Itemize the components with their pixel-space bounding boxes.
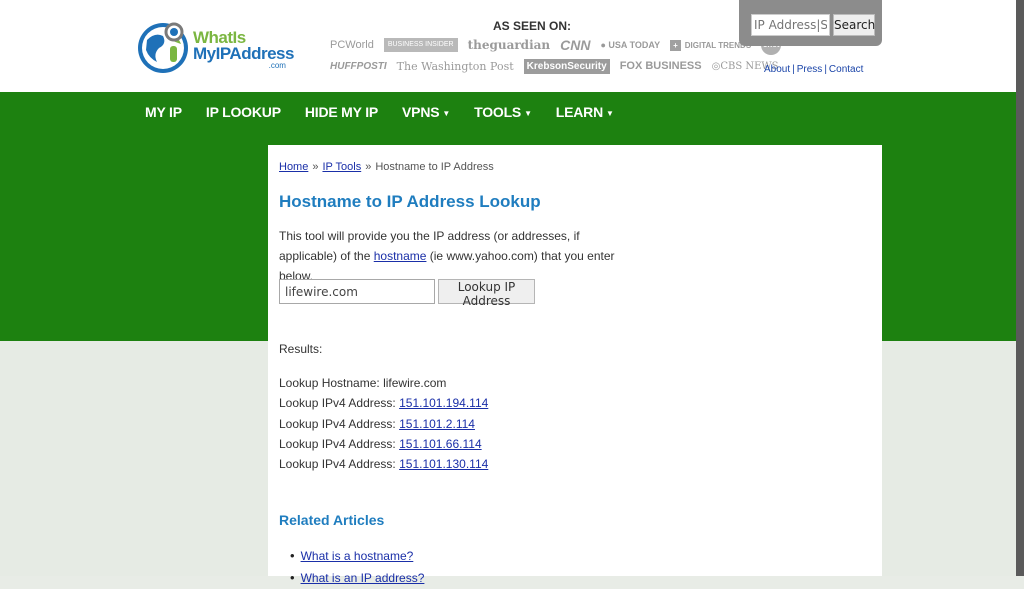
press-link[interactable]: Press bbox=[797, 64, 823, 75]
media-logos-row-1: PCWorld BUSINESS INSIDER theguardian CNN… bbox=[330, 35, 791, 55]
result-ipv4-row: Lookup IPv4 Address: 151.101.66.114 bbox=[279, 434, 488, 454]
result-ipv4-link[interactable]: 151.101.194.114 bbox=[399, 396, 488, 410]
logo-wordmark: WhatIs MyIPAddress .com bbox=[193, 28, 294, 72]
usa-today-text: USA TODAY bbox=[608, 40, 661, 50]
caret-down-icon: ▼ bbox=[524, 108, 532, 118]
business-insider-logo: BUSINESS INSIDER bbox=[383, 38, 458, 52]
results-list: Lookup Hostname: lifewire.com Lookup IPv… bbox=[279, 373, 488, 474]
link-separator: | bbox=[824, 64, 827, 75]
results-label: Results: bbox=[279, 342, 323, 356]
as-seen-on-heading: AS SEEN ON: bbox=[493, 19, 572, 33]
result-hostname-value: lifewire.com bbox=[383, 376, 447, 390]
caret-down-icon: ▼ bbox=[606, 108, 614, 118]
list-item: What is an IP address? bbox=[290, 567, 425, 589]
pcworld-logo: PCWorld bbox=[330, 39, 374, 51]
nav-label: HIDE MY IP bbox=[304, 104, 379, 120]
hostname-input[interactable] bbox=[279, 279, 435, 304]
nav-label: MY IP bbox=[145, 104, 182, 120]
lookup-ip-button[interactable]: Lookup IP Address bbox=[438, 279, 535, 308]
result-hostname-row: Lookup Hostname: lifewire.com bbox=[279, 373, 488, 393]
list-item: What is a hostname? bbox=[290, 545, 424, 567]
globe-magnifier-icon bbox=[138, 22, 188, 73]
window-scrollbar[interactable] bbox=[1016, 0, 1024, 576]
result-ipv4-row: Lookup IPv4 Address: 151.101.2.114 bbox=[279, 414, 488, 434]
related-article-link[interactable]: What is a hostname? bbox=[301, 549, 414, 563]
nav-hide-my-ip[interactable]: HIDE MY IP bbox=[305, 104, 378, 120]
breadcrumb-ip-tools-link[interactable]: IP Tools bbox=[322, 161, 361, 173]
site-logo[interactable]: WhatIs MyIPAddress .com bbox=[137, 18, 294, 76]
header-links: About | Press | Contact bbox=[764, 64, 863, 75]
result-ipv4-link[interactable]: 151.101.130.114 bbox=[399, 457, 488, 471]
result-hostname-label: Lookup Hostname: bbox=[279, 376, 380, 390]
nav-tools[interactable]: TOOLS ▼ bbox=[474, 104, 532, 120]
link-separator: | bbox=[792, 64, 795, 75]
page-title: Hostname to IP Address Lookup bbox=[279, 192, 541, 211]
krebs-logo: KrebsonSecurity bbox=[523, 59, 610, 74]
result-ipv4-label: Lookup IPv4 Address: bbox=[279, 396, 396, 411]
usa-today-logo: ● USA TODAY bbox=[600, 40, 661, 50]
related-articles-list: What is a hostname? What is an IP addres… bbox=[290, 545, 425, 589]
logo-line-1: WhatIs bbox=[193, 28, 246, 47]
nav-label: VPNS bbox=[402, 104, 440, 120]
breadcrumb-separator: » bbox=[312, 161, 319, 173]
result-ipv4-row: Lookup IPv4 Address: 151.101.130.114 bbox=[279, 454, 488, 474]
hostname-link[interactable]: hostname bbox=[374, 249, 427, 263]
header-search-button[interactable]: Search bbox=[833, 14, 875, 36]
header-search-box: Search bbox=[739, 0, 882, 46]
breadcrumb-separator: » bbox=[365, 161, 372, 173]
breadcrumb-home-link[interactable]: Home bbox=[279, 161, 308, 173]
about-link[interactable]: About bbox=[764, 64, 790, 75]
cnn-logo: CNN bbox=[560, 37, 591, 53]
nav-label: LEARN bbox=[555, 104, 604, 120]
caret-down-icon: ▼ bbox=[442, 108, 451, 118]
fox-business-logo: FOX BUSINESS bbox=[619, 60, 702, 72]
main-content-card: Home» IP Tools» Hostname to IP Address Hos… bbox=[268, 145, 882, 585]
result-ipv4-label: Lookup IPv4 Address: bbox=[279, 416, 396, 431]
header-search-input[interactable] bbox=[751, 14, 830, 36]
related-article-link[interactable]: What is an IP address? bbox=[301, 571, 425, 585]
breadcrumb-current: Hostname to IP Address bbox=[375, 161, 494, 173]
media-logos-row-2: HUFFPOSTI The Washington Post KrebsonSec… bbox=[330, 59, 789, 74]
washington-post-logo: The Washington Post bbox=[396, 60, 514, 73]
tool-description: This tool will provide you the IP addres… bbox=[279, 226, 639, 286]
nav-ip-lookup[interactable]: IP LOOKUP bbox=[206, 104, 281, 120]
nav-vpns[interactable]: VPNS ▼ bbox=[402, 104, 450, 120]
nav-learn[interactable]: LEARN ▼ bbox=[556, 104, 614, 120]
result-ipv4-label: Lookup IPv4 Address: bbox=[279, 436, 396, 451]
result-ipv4-label: Lookup IPv4 Address: bbox=[279, 457, 396, 472]
nav-my-ip[interactable]: MY IP bbox=[145, 104, 182, 120]
result-ipv4-link[interactable]: 151.101.2.114 bbox=[399, 417, 475, 431]
main-nav: MY IP IP LOOKUP HIDE MY IP VPNS ▼ TOOLS ▼ … bbox=[145, 104, 638, 120]
guardian-logo: theguardian bbox=[467, 38, 551, 52]
nav-label: TOOLS bbox=[474, 104, 522, 120]
result-ipv4-row: Lookup IPv4 Address: 151.101.194.114 bbox=[279, 393, 488, 413]
site-header: WhatIs MyIPAddress .com AS SEEN ON: PCWo… bbox=[0, 0, 1016, 92]
nav-label: IP LOOKUP bbox=[205, 104, 281, 120]
result-ipv4-link[interactable]: 151.101.66.114 bbox=[399, 437, 482, 451]
related-articles-heading: Related Articles bbox=[279, 512, 385, 528]
contact-link[interactable]: Contact bbox=[829, 64, 863, 75]
breadcrumb: Home» IP Tools» Hostname to IP Address bbox=[279, 161, 494, 173]
huffpost-logo: HUFFPOSTI bbox=[330, 61, 387, 72]
